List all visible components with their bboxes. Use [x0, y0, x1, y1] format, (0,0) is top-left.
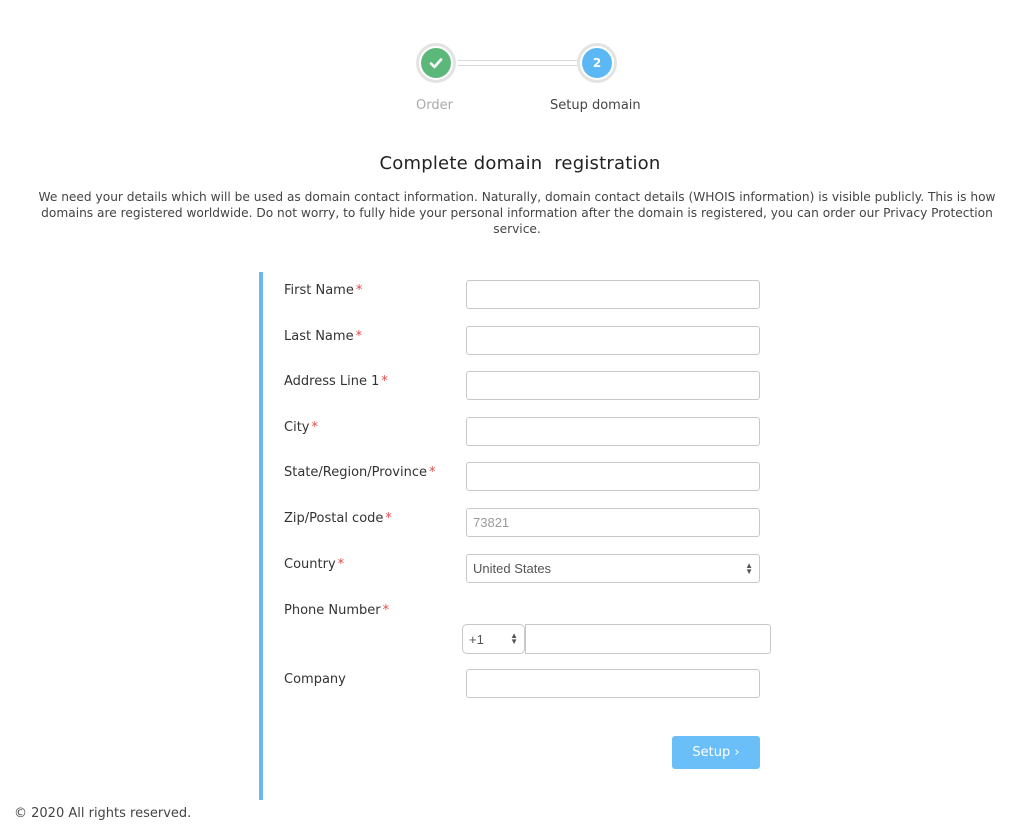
last-name-input[interactable] — [466, 326, 760, 355]
state-input[interactable] — [466, 462, 760, 491]
company-input[interactable] — [466, 669, 760, 698]
zip-input[interactable] — [466, 508, 760, 537]
last-name-label: Last Name * — [284, 329, 363, 344]
step-setup-domain: 2 — [577, 43, 617, 83]
step-order — [416, 43, 456, 83]
intro-text: We need your details which will be used … — [38, 190, 996, 236]
country-label: Country * — [284, 557, 345, 572]
required-marker: * — [381, 374, 388, 389]
company-label: Company — [284, 672, 346, 687]
country-selected-value: United States — [473, 561, 552, 576]
progress-stepper: 2 Order Setup domain — [0, 0, 1024, 130]
address-line-1-label: Address Line 1 * — [284, 374, 388, 389]
step-order-label: Order — [416, 98, 453, 113]
check-icon — [421, 48, 451, 78]
step-number: 2 — [582, 48, 612, 78]
country-select[interactable]: United States ▲ ▼ — [466, 554, 760, 583]
first-name-label: First Name * — [284, 283, 363, 298]
phone-country-code-select[interactable]: +1 ▲ ▼ — [462, 624, 525, 654]
first-name-input[interactable] — [466, 280, 760, 309]
setup-button[interactable]: Setup › — [672, 736, 760, 769]
address-line-1-input[interactable] — [466, 371, 760, 400]
state-label: State/Region/Province * — [284, 465, 436, 480]
phone-number-input[interactable] — [525, 624, 771, 654]
page-title: Complete domain registration — [379, 153, 661, 174]
required-marker: * — [355, 283, 363, 298]
required-marker: * — [355, 329, 363, 344]
select-arrows-icon: ▲ ▼ — [745, 560, 753, 576]
zip-label: Zip/Postal code * — [284, 511, 392, 526]
city-input[interactable] — [466, 417, 760, 446]
registration-form: First Name * Last Name * Address Line 1 * C… — [259, 272, 783, 800]
step-connector — [458, 60, 578, 66]
city-label: City * — [284, 420, 318, 435]
required-marker: * — [382, 603, 390, 618]
required-marker: * — [429, 465, 436, 480]
required-marker: * — [385, 511, 392, 526]
required-marker: * — [311, 420, 318, 435]
select-arrows-icon: ▲ ▼ — [510, 631, 518, 646]
footer-copyright: © 2020 All rights reserved. — [14, 806, 192, 821]
step-setup-domain-label: Setup domain — [550, 98, 641, 113]
phone-code-value: +1 — [469, 631, 484, 647]
required-marker: * — [337, 557, 345, 572]
phone-label: Phone Number * — [284, 603, 390, 618]
